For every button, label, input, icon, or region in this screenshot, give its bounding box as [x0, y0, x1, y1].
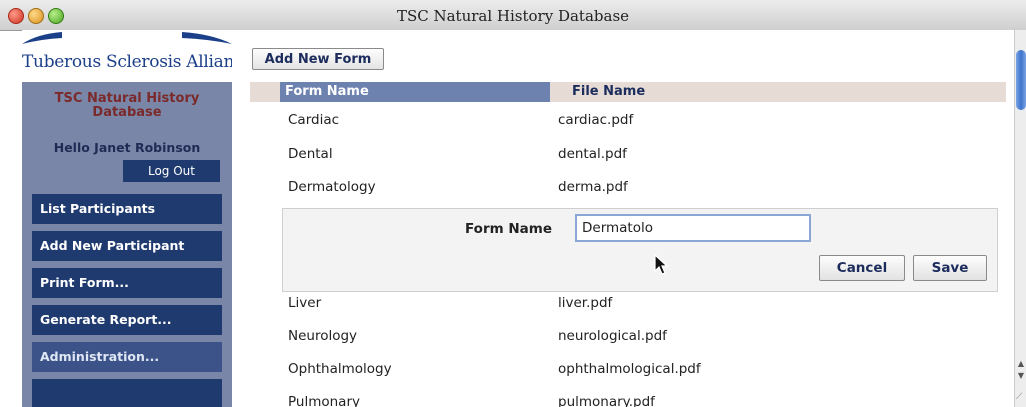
database-title-line-1: TSC Natural History: [54, 91, 200, 106]
table-row[interactable]: Ophthalmology ophthalmological.pdf: [232, 353, 1014, 385]
file-name-cell: liver.pdf: [558, 295, 613, 311]
file-name-cell: derma.pdf: [558, 179, 628, 195]
title-bar: TSC Natural History Database: [0, 0, 1026, 31]
greeting: Hello Janet Robinson: [53, 140, 201, 155]
app-window: TSC Natural History Database Tuberous Sc…: [0, 0, 1026, 407]
table-row[interactable]: Pulmonary pulmonary.pdf: [232, 386, 1014, 407]
file-name-cell: pulmonary.pdf: [558, 394, 655, 407]
form-name-cell: Dermatology: [288, 179, 376, 195]
resize-grip-icon[interactable]: ⟋: [1016, 392, 1026, 402]
column-header-file-name[interactable]: File Name: [572, 82, 645, 102]
nav-more[interactable]: [32, 379, 222, 407]
mouse-pointer-icon: [654, 254, 669, 275]
column-header-form-name[interactable]: Form Name: [280, 82, 550, 102]
cancel-button[interactable]: Cancel: [819, 255, 905, 281]
logo-swoosh-icon: [22, 32, 232, 44]
nav-administration[interactable]: Administration...: [32, 342, 222, 372]
sidebar: Tuberous Sclerosis Alliance TSC Natural …: [22, 30, 254, 407]
save-button[interactable]: Save: [913, 255, 987, 281]
nav-print-form[interactable]: Print Form...: [32, 268, 222, 298]
vertical-scrollbar[interactable]: ▲ ▼ ⟋: [1014, 30, 1026, 407]
form-name-cell: Dental: [288, 146, 333, 162]
form-name-cell: Liver: [288, 295, 322, 311]
form-name-cell: Ophthalmology: [288, 361, 392, 377]
table-row[interactable]: Dermatology derma.pdf: [232, 171, 1014, 203]
file-name-cell: cardiac.pdf: [558, 112, 634, 128]
nav-add-new-participant[interactable]: Add New Participant: [32, 231, 222, 261]
form-name-cell: Pulmonary: [288, 394, 360, 407]
scroll-down-icon[interactable]: ▼: [1016, 370, 1026, 382]
database-title-line-2: Database: [92, 105, 162, 120]
logo-text: Tuberous Sclerosis Alliance: [22, 52, 254, 72]
form-name-input[interactable]: [575, 214, 811, 242]
scroll-up-icon[interactable]: ▲: [1016, 358, 1026, 370]
nav-generate-report[interactable]: Generate Report...: [32, 305, 222, 335]
form-name-cell: Neurology: [288, 328, 358, 344]
file-name-cell: ophthalmological.pdf: [558, 361, 701, 377]
table-row[interactable]: Liver liver.pdf: [232, 287, 1014, 319]
file-name-cell: dental.pdf: [558, 146, 627, 162]
database-title: TSC Natural History Database: [22, 92, 232, 120]
scrollbar-thumb[interactable]: [1016, 50, 1026, 110]
table-row[interactable]: Dental dental.pdf: [232, 138, 1014, 170]
add-new-form-button[interactable]: Add New Form: [252, 48, 384, 70]
form-name-cell: Cardiac: [288, 112, 340, 128]
edit-form-panel: Form Name Cancel Save: [282, 208, 998, 292]
window-title: TSC Natural History Database: [396, 7, 630, 25]
file-name-cell: neurological.pdf: [558, 328, 667, 344]
logout-button[interactable]: Log Out: [123, 160, 220, 182]
side-panel: TSC Natural History Database Hello Janet…: [22, 82, 232, 407]
nav-list-participants[interactable]: List Participants: [32, 194, 222, 224]
form-name-label: Form Name: [465, 221, 553, 237]
main-content: Add New Form Form Name File Name Cardiac…: [232, 30, 1014, 407]
table-row[interactable]: Cardiac cardiac.pdf: [232, 104, 1014, 136]
table-header: Form Name File Name: [250, 82, 1006, 102]
table-row[interactable]: Neurology neurological.pdf: [232, 320, 1014, 352]
